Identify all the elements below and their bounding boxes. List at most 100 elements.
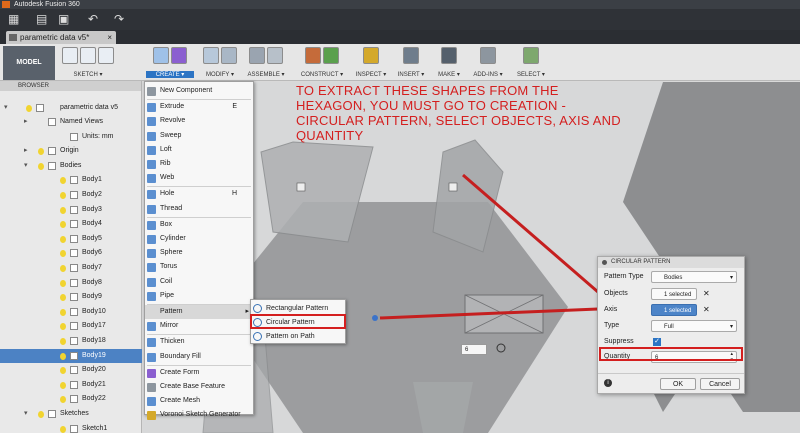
visibility-bulb-icon[interactable] [60, 294, 66, 302]
toolbar-group-make[interactable]: MAKE ▾ [434, 47, 464, 79]
toolbar-label-sketch[interactable]: SKETCH ▾ [62, 71, 114, 78]
toolbar-label-add-ins[interactable]: ADD-INS ▾ [470, 71, 506, 78]
objects-selector[interactable]: 1 selected [651, 288, 697, 300]
toolbar-label-select[interactable]: SELECT ▾ [514, 71, 548, 78]
browser-node-body17[interactable]: Body17 [0, 319, 142, 333]
browser-root-node[interactable]: ▾ parametric data v5 [0, 101, 142, 115]
construct-tool-icon[interactable] [305, 47, 321, 64]
visibility-bulb-icon[interactable] [60, 367, 66, 375]
sketch-tool-icon[interactable] [80, 47, 96, 64]
visibility-bulb-icon[interactable] [60, 352, 66, 360]
inspect-tool-icon[interactable] [363, 47, 379, 64]
browser-node-body10[interactable]: Body10 [0, 305, 142, 319]
toolbar-group-create[interactable]: CREATE ▾ [146, 47, 194, 79]
create-menu-item-rib[interactable]: Rib [145, 157, 253, 171]
expand-chevron-icon[interactable]: ▸ [24, 115, 28, 129]
browser-node-sketch1[interactable]: Sketch1 [0, 422, 142, 433]
toolbar-group-sketch[interactable]: SKETCH ▾ [62, 47, 114, 79]
expand-chevron-icon[interactable]: ▾ [24, 159, 28, 173]
type-select[interactable]: Full ▾ [651, 320, 737, 332]
file-menu-icon[interactable]: ▤ [36, 13, 47, 26]
visibility-bulb-icon[interactable] [60, 177, 66, 185]
redo-icon[interactable]: ↷ [114, 13, 124, 26]
axis-point[interactable] [372, 315, 378, 321]
browser-node-bodies[interactable]: ▾ Bodies [0, 159, 142, 173]
modify-tool-icon[interactable] [203, 47, 219, 64]
suppress-checkbox[interactable]: ✓ [653, 338, 661, 346]
create-menu-item-sphere[interactable]: Sphere [145, 246, 253, 260]
toolbar-group-inspect[interactable]: INSPECT ▾ [354, 47, 388, 79]
create-menu-item-mirror[interactable]: Mirror [145, 319, 253, 333]
visibility-bulb-icon[interactable] [38, 148, 44, 156]
browser-node-body7[interactable]: Body7 [0, 261, 142, 275]
visibility-bulb-icon[interactable] [60, 381, 66, 389]
create-menu-item-extrude[interactable]: Extrude E [145, 100, 253, 114]
visibility-bulb-icon[interactable] [60, 265, 66, 272]
visibility-bulb-icon[interactable] [60, 396, 66, 404]
construct-tool-icon[interactable] [323, 47, 339, 64]
cancel-button[interactable]: Cancel [700, 378, 740, 390]
create-menu-item-hole[interactable]: Hole H [145, 187, 253, 201]
create-menu-item-thicken[interactable]: Thicken [145, 335, 253, 349]
toolbar-group-modify[interactable]: MODIFY ▾ [200, 47, 240, 79]
create-menu-item-loft[interactable]: Loft [145, 143, 253, 157]
browser-node-body3[interactable]: Body3 [0, 203, 142, 217]
browser-node-body2[interactable]: Body2 [0, 188, 142, 202]
body-check-icon[interactable] [448, 182, 458, 192]
create-tool-icon[interactable] [153, 47, 169, 64]
sketch-tool-icon[interactable] [98, 47, 114, 64]
create-menu-item-web[interactable]: Web [145, 171, 253, 185]
undo-icon[interactable]: ↶ [88, 13, 98, 26]
create-menu-item-new-component[interactable]: New Component [145, 84, 253, 98]
create-menu-item-voronoi-sketch-generator[interactable]: Voronoi Sketch Generator [145, 408, 253, 422]
toolbar-label-make[interactable]: MAKE ▾ [434, 71, 464, 78]
toolbar-group-add-ins[interactable]: ADD-INS ▾ [470, 47, 506, 79]
modify-tool-icon[interactable] [221, 47, 237, 64]
toolbar-group-assemble[interactable]: ASSEMBLE ▾ [244, 47, 288, 79]
browser-node-body5[interactable]: Body5 [0, 232, 142, 246]
visibility-bulb-icon[interactable] [60, 206, 66, 214]
data-panel-grid-icon[interactable]: ▦ [8, 13, 19, 26]
visibility-bulb-icon[interactable] [60, 279, 66, 287]
save-icon[interactable]: ▣ [58, 13, 69, 26]
add-ins-tool-icon[interactable] [480, 47, 496, 64]
expand-chevron-icon[interactable]: ▸ [24, 144, 28, 158]
sketch-tool-icon[interactable] [62, 47, 78, 64]
visibility-bulb-icon[interactable] [60, 308, 66, 316]
visibility-bulb-icon[interactable] [60, 323, 66, 331]
clear-selection-icon[interactable]: ✕ [703, 287, 710, 301]
workspace-switcher[interactable]: MODEL [3, 46, 55, 80]
visibility-bulb-icon[interactable] [38, 162, 44, 170]
create-menu-item-sweep[interactable]: Sweep [145, 129, 253, 143]
create-menu-item-boundary-fill[interactable]: Boundary Fill [145, 350, 253, 364]
clear-selection-icon[interactable]: ✕ [703, 303, 710, 317]
info-icon[interactable]: i [604, 379, 612, 387]
toolbar-label-inspect[interactable]: INSPECT ▾ [354, 71, 388, 78]
axis-selector[interactable]: 1 selected [651, 304, 697, 316]
toolbar-group-insert[interactable]: INSERT ▾ [394, 47, 428, 79]
document-tab[interactable]: parametric data v5* × [6, 31, 116, 44]
visibility-bulb-icon[interactable] [60, 250, 66, 258]
browser-node-units-mm[interactable]: Units: mm [0, 130, 142, 144]
create-menu-item-cylinder[interactable]: Cylinder [145, 232, 253, 246]
toolbar-label-create[interactable]: CREATE ▾ [146, 71, 194, 78]
toolbar-label-modify[interactable]: MODIFY ▾ [200, 71, 240, 78]
assemble-tool-icon[interactable] [267, 47, 283, 64]
create-menu-item-pipe[interactable]: Pipe [145, 289, 253, 303]
browser-node-body21[interactable]: Body21 [0, 378, 142, 392]
browser-node-sketches[interactable]: ▾ Sketches [0, 407, 142, 421]
create-menu-item-pattern[interactable]: Pattern ▸ [145, 305, 253, 319]
create-menu-item-create-mesh[interactable]: Create Mesh [145, 394, 253, 408]
browser-node-origin[interactable]: ▸ Origin [0, 144, 142, 158]
toolbar-label-assemble[interactable]: ASSEMBLE ▾ [244, 71, 288, 78]
create-menu-item-create-form[interactable]: Create Form [145, 366, 253, 380]
chevron-down-icon[interactable]: ▾ [4, 101, 8, 115]
browser-node-body4[interactable]: Body4 [0, 217, 142, 231]
visibility-bulb-icon[interactable] [60, 221, 66, 229]
toolbar-group-select[interactable]: SELECT ▾ [514, 47, 548, 79]
create-menu-item-revolve[interactable]: Revolve [145, 114, 253, 128]
dialog-collapse-icon[interactable] [602, 260, 607, 265]
create-menu-item-torus[interactable]: Torus [145, 260, 253, 274]
insert-tool-icon[interactable] [403, 47, 419, 64]
pattern-menu-item-pattern-on-path[interactable]: Pattern on Path [251, 330, 345, 343]
